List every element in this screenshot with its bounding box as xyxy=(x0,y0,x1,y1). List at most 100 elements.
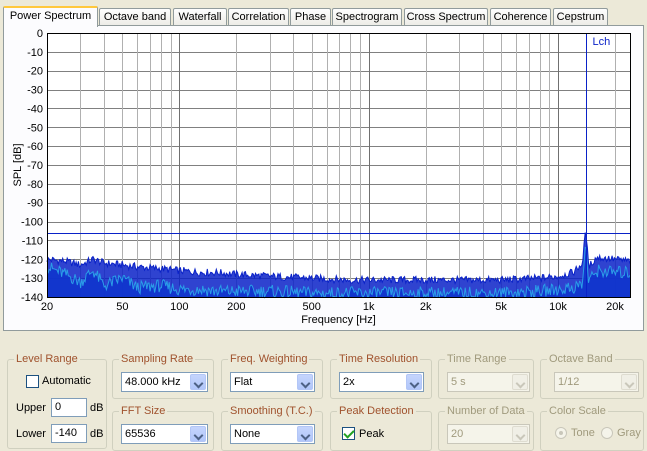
freq-weighting-title: Freq. Weighting xyxy=(228,352,310,366)
x-axis-label: Frequency [Hz] xyxy=(301,314,376,326)
x-tick-label: 2k xyxy=(420,301,432,313)
octave-band-value: 1/12 xyxy=(558,376,580,388)
upper-input[interactable]: 0 xyxy=(51,398,87,417)
x-tick-label: 100 xyxy=(170,301,188,313)
x-tick-label: 20 xyxy=(41,301,53,313)
x-tick-label: 20k xyxy=(606,301,624,313)
chevron-down-icon[interactable] xyxy=(621,374,637,390)
tab-cross-spectrum[interactable]: Cross Spectrum xyxy=(404,8,488,26)
time-resolution-value: 2x xyxy=(343,376,355,388)
y-tick-label: -120 xyxy=(21,254,43,266)
lower-unit: dB xyxy=(90,428,104,440)
time-resolution-select[interactable]: 2x xyxy=(339,372,424,392)
y-axis-label: SPL [dB] xyxy=(12,143,24,186)
y-tick-label: -60 xyxy=(27,141,43,153)
y-tick-labels: 0 -10 -20 -30 -40 -50 -60 -70 -80 -90 -100 -110 -120… xyxy=(21,28,43,304)
x-tick-labels: 20 50 100 200 500 1k 2k 5k 10k 20k xyxy=(41,301,624,313)
smoothing-group: Smoothing (T.C.) None xyxy=(221,404,323,451)
tab-correlation[interactable]: Correlation xyxy=(228,8,289,26)
fft-size-value: 65536 xyxy=(125,428,156,440)
smoothing-value: None xyxy=(234,428,261,440)
marker-label: Lch xyxy=(593,36,611,48)
level-range-group: Level Range Automatic Upper 0 dB Lower -… xyxy=(7,352,107,449)
x-tick-label: 200 xyxy=(227,301,245,313)
gray-label: Gray xyxy=(617,427,641,439)
time-range-value: 5 s xyxy=(451,376,466,388)
chevron-down-icon[interactable] xyxy=(190,374,206,390)
octave-band-title: Octave Band xyxy=(547,352,615,366)
y-tick-label: -90 xyxy=(27,198,43,210)
sampling-rate-value: 48.000 kHz xyxy=(125,376,181,388)
fft-size-select[interactable]: 65536 xyxy=(121,424,208,444)
number-of-data-title: Number of Data xyxy=(445,404,527,418)
tab-power-spectrum[interactable]: Power Spectrum xyxy=(3,6,98,27)
fft-size-title: FFT Size xyxy=(119,404,168,418)
color-scale-group: Color Scale Tone Gray xyxy=(540,404,644,451)
tone-label: Tone xyxy=(571,427,595,439)
chevron-down-icon[interactable] xyxy=(512,374,528,390)
tab-waterfall[interactable]: Waterfall xyxy=(173,8,227,26)
number-of-data-group: Number of Data 20 xyxy=(438,404,534,451)
octave-band-group: Octave Band 1/12 xyxy=(540,352,644,399)
gray-radio[interactable] xyxy=(601,427,613,439)
chevron-down-icon[interactable] xyxy=(190,426,206,442)
sampling-rate-title: Sampling Rate xyxy=(119,352,196,366)
freq-weighting-value: Flat xyxy=(234,376,253,388)
x-tick-label: 500 xyxy=(303,301,321,313)
tab-coherence[interactable]: Coherence xyxy=(490,8,551,26)
lower-label: Lower xyxy=(16,428,46,440)
automatic-checkbox[interactable] xyxy=(26,375,39,388)
chevron-down-icon[interactable] xyxy=(297,426,313,442)
tab-strip: Power Spectrum Octave band Waterfall Cor… xyxy=(3,6,644,27)
octave-band-select[interactable]: 1/12 xyxy=(554,372,639,392)
freq-weighting-select[interactable]: Flat xyxy=(230,372,315,392)
number-of-data-select[interactable]: 20 xyxy=(447,424,530,444)
chart-svg: 0 -10 -20 -30 -40 -50 -60 -70 -80 -90 -100 -110 -120… xyxy=(12,28,631,326)
time-range-title: Time Range xyxy=(445,352,509,366)
power-spectrum-chart: 0 -10 -20 -30 -40 -50 -60 -70 -80 -90 -100 -110 -120… xyxy=(10,27,640,327)
sampling-rate-group: Sampling Rate 48.000 kHz xyxy=(112,352,214,399)
y-tick-label: 0 xyxy=(37,28,43,40)
chevron-down-icon[interactable] xyxy=(406,374,422,390)
tab-panel: 0 -10 -20 -30 -40 -50 -60 -70 -80 -90 -100 -110 -120… xyxy=(3,25,644,331)
y-tick-label: -100 xyxy=(21,217,43,229)
peak-checkbox[interactable] xyxy=(342,427,355,440)
sampling-rate-select[interactable]: 48.000 kHz xyxy=(121,372,208,392)
y-tick-label: -50 xyxy=(27,122,43,134)
x-tick-label: 50 xyxy=(116,301,128,313)
peak-detection-group: Peak Detection Peak xyxy=(330,404,432,451)
peak-label: Peak xyxy=(359,428,385,440)
chevron-down-icon[interactable] xyxy=(512,426,528,442)
upper-unit: dB xyxy=(90,402,104,414)
tab-spectrogram[interactable]: Spectrogram xyxy=(332,8,402,26)
freq-weighting-group: Freq. Weighting Flat xyxy=(221,352,323,399)
y-tick-label: -10 xyxy=(27,47,43,59)
time-range-select[interactable]: 5 s xyxy=(447,372,530,392)
y-tick-label: -30 xyxy=(27,85,43,97)
tone-radio[interactable] xyxy=(555,427,567,439)
chevron-down-icon[interactable] xyxy=(297,374,313,390)
lower-input[interactable]: -140 xyxy=(51,424,87,443)
fft-size-group: FFT Size 65536 xyxy=(112,404,214,451)
y-tick-label: -130 xyxy=(21,273,43,285)
tab-cepstrum[interactable]: Cepstrum xyxy=(553,8,608,26)
tab-phase[interactable]: Phase xyxy=(290,8,331,26)
number-of-data-value: 20 xyxy=(451,428,464,440)
tab-octave-band[interactable]: Octave band xyxy=(99,8,171,26)
color-scale-title: Color Scale xyxy=(547,404,608,418)
time-resolution-title: Time Resolution xyxy=(337,352,421,366)
x-tick-label: 5k xyxy=(495,301,507,313)
x-tick-label: 1k xyxy=(363,301,375,313)
time-resolution-group: Time Resolution 2x xyxy=(330,352,432,399)
y-tick-label: -20 xyxy=(27,66,43,78)
upper-label: Upper xyxy=(16,402,46,414)
smoothing-select[interactable]: None xyxy=(230,424,315,444)
y-tick-label: -110 xyxy=(22,235,43,247)
peak-detection-title: Peak Detection xyxy=(337,404,416,418)
y-tick-label: -40 xyxy=(27,103,43,115)
smoothing-title: Smoothing (T.C.) xyxy=(228,404,315,418)
y-tick-label: -70 xyxy=(27,160,43,172)
time-range-group: Time Range 5 s xyxy=(438,352,534,399)
automatic-label: Automatic xyxy=(42,375,91,387)
y-tick-label: -140 xyxy=(21,292,43,304)
